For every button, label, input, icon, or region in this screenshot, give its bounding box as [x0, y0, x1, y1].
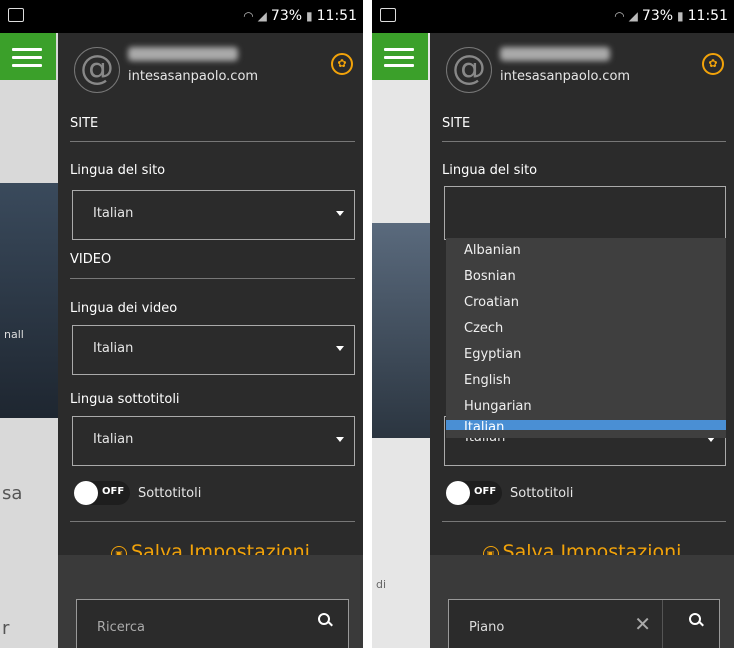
subtitles-toggle-label: Sottotitoli: [138, 486, 202, 501]
status-bar: ◠ ◢ 73% ▮ 11:51: [0, 0, 363, 33]
section-title-site: SITE: [70, 116, 99, 131]
dropdown-option[interactable]: Croatian: [446, 290, 726, 316]
screenshot-panel-1: ◠ ◢ 73% ▮ 11:51 nall sa r @ intesasanpao…: [0, 0, 363, 648]
background-text: nall: [4, 328, 24, 341]
search-query: Piano: [469, 620, 505, 635]
subtitles-toggle-label: Sottotitoli: [510, 486, 574, 501]
search-input[interactable]: Ricerca: [76, 599, 349, 648]
background-text: r: [2, 618, 10, 639]
divider: [70, 521, 355, 522]
background-page: di: [372, 33, 432, 648]
toggle-knob: [446, 481, 470, 505]
dropdown-option[interactable]: Bosnian: [446, 264, 726, 290]
user-domain: intesasanpaolo.com: [128, 69, 259, 84]
toggle-knob: [74, 481, 98, 505]
username-blurred: [128, 47, 238, 61]
clock: 11:51: [687, 8, 728, 24]
gear-icon[interactable]: ✿: [702, 53, 724, 75]
search-input[interactable]: Piano ✕: [448, 599, 720, 648]
hamburger-icon: [384, 48, 414, 51]
divider: [442, 521, 726, 522]
battery-percent: 73%: [270, 8, 303, 24]
close-icon[interactable]: ✕: [634, 612, 651, 636]
video-language-label: Lingua dei video: [70, 301, 178, 316]
search-icon[interactable]: [318, 613, 330, 625]
caret-down-icon: [336, 346, 344, 351]
hamburger-icon-bar: [384, 64, 414, 67]
video-language-select[interactable]: Italian: [72, 325, 355, 375]
select-value: Italian: [93, 432, 134, 447]
wifi-icon: ◠: [243, 9, 254, 23]
site-language-select[interactable]: Italian: [72, 190, 355, 240]
dropdown-option[interactable]: Czech: [446, 316, 726, 342]
dropdown-option[interactable]: English: [446, 368, 726, 394]
divider: [442, 141, 726, 142]
at-icon: @: [74, 47, 120, 93]
site-language-select[interactable]: [444, 186, 726, 240]
settings-drawer: @ intesasanpaolo.com ✿ SITE Lingua del s…: [430, 33, 734, 648]
site-language-label: Lingua del sito: [70, 163, 166, 178]
wifi-icon: ◠: [614, 9, 625, 23]
hamburger-icon-bar: [12, 56, 42, 59]
dropdown-option[interactable]: Albanian: [446, 238, 726, 264]
hamburger-icon-bar: [12, 64, 42, 67]
search-button[interactable]: [662, 600, 719, 648]
divider: [70, 141, 355, 142]
battery-percent: 73%: [641, 8, 674, 24]
background-page: nall sa r: [0, 33, 60, 648]
screenshot-panel-2: ◠ ◢ 73% ▮ 11:51 di @ intesasanpaolo.com …: [372, 0, 734, 648]
subtitles-toggle[interactable]: OFF: [74, 481, 130, 505]
background-text: di: [376, 578, 387, 591]
site-language-label: Lingua del sito: [442, 163, 538, 178]
background-photo: [372, 223, 432, 438]
select-value: Italian: [93, 206, 134, 221]
section-title-video: VIDEO: [70, 252, 112, 267]
image-icon: [8, 8, 24, 22]
select-value: Italian: [93, 341, 134, 356]
hamburger-icon-bar: [384, 56, 414, 59]
toggle-state: OFF: [102, 486, 125, 497]
status-bar: ◠ ◢ 73% ▮ 11:51: [372, 0, 734, 33]
subtitle-language-select[interactable]: Italian: [72, 416, 355, 466]
settings-drawer: @ intesasanpaolo.com ✿ SITE Lingua del s…: [58, 33, 363, 648]
signal-icon: ◢: [257, 9, 267, 23]
caret-down-icon: [336, 211, 344, 216]
section-title-site: SITE: [442, 116, 471, 131]
toggle-state: OFF: [474, 486, 497, 497]
battery-icon: ▮: [677, 9, 684, 23]
signal-icon: ◢: [628, 9, 638, 23]
subtitle-language-label: Lingua sottotitoli: [70, 392, 180, 407]
search-bar: Piano ✕: [430, 555, 734, 648]
dropdown-option[interactable]: Egyptian: [446, 342, 726, 368]
gear-icon[interactable]: ✿: [331, 53, 353, 75]
search-icon: [689, 613, 701, 625]
dropdown-option-selected[interactable]: Italian: [446, 420, 726, 430]
hamburger-menu-button[interactable]: [372, 33, 428, 80]
dropdown-option[interactable]: Hungarian: [446, 394, 726, 420]
hamburger-icon: [12, 48, 42, 51]
divider: [70, 278, 355, 279]
username-blurred: [500, 47, 610, 61]
hamburger-menu-button[interactable]: [0, 33, 56, 80]
background-photo: [0, 183, 60, 418]
caret-down-icon: [336, 437, 344, 442]
at-icon: @: [446, 47, 492, 93]
background-text: sa: [2, 483, 23, 504]
language-dropdown-list: Albanian Bosnian Croatian Czech Egyptian…: [446, 238, 726, 438]
search-bar: Ricerca: [58, 555, 363, 648]
clock: 11:51: [316, 8, 357, 24]
image-icon: [380, 8, 396, 22]
search-placeholder: Ricerca: [97, 620, 145, 635]
battery-icon: ▮: [306, 9, 313, 23]
user-domain: intesasanpaolo.com: [500, 69, 631, 84]
subtitles-toggle[interactable]: OFF: [446, 481, 502, 505]
